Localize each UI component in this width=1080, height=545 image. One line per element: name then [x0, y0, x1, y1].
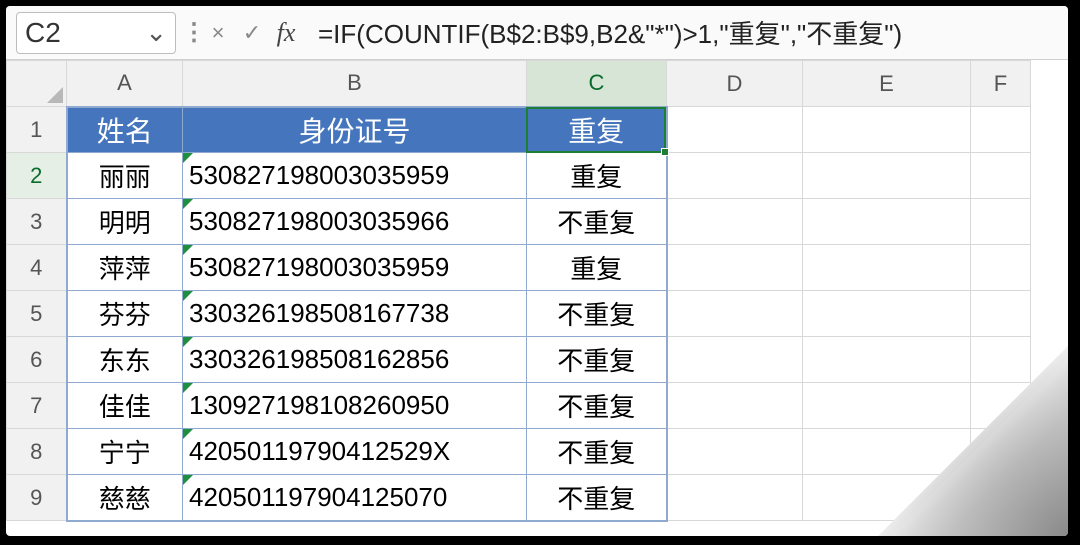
cell-A2[interactable]: 丽丽	[67, 153, 183, 199]
col-header-A[interactable]: A	[67, 61, 183, 107]
cell-C4[interactable]: 重复	[527, 245, 667, 291]
cell-D8[interactable]	[667, 429, 803, 475]
cell-D9[interactable]	[667, 475, 803, 521]
row-header-6[interactable]: 6	[7, 337, 67, 383]
cell-B3[interactable]: 530827198003035966	[183, 199, 527, 245]
formula-input[interactable]: =IF(COUNTIF(B$2:B$9,B2&"*")>1,"重复","不重复"…	[308, 12, 1068, 54]
col-header-B[interactable]: B	[183, 61, 527, 107]
row-9: 9 慈慈 420501197904125070 不重复	[7, 475, 1031, 521]
row-6: 6 东东 330326198508162856 不重复	[7, 337, 1031, 383]
row-1: 1 姓名 身份证号 重复	[7, 107, 1031, 153]
row-header-3[interactable]: 3	[7, 199, 67, 245]
cell-B8[interactable]: 42050119790412529X	[183, 429, 527, 475]
row-header-7[interactable]: 7	[7, 383, 67, 429]
formula-bar: C2 ⌄ ⋮ × ✓ fx =IF(COUNTIF(B$2:B$9,B2&"*"…	[6, 6, 1068, 60]
cell-A7[interactable]: 佳佳	[67, 383, 183, 429]
row-header-4[interactable]: 4	[7, 245, 67, 291]
cell-F6[interactable]	[971, 337, 1031, 383]
cell-C8[interactable]: 不重复	[527, 429, 667, 475]
cell-F3[interactable]	[971, 199, 1031, 245]
cell-D2[interactable]	[667, 153, 803, 199]
formula-bar-buttons: × ✓ fx	[196, 19, 308, 47]
row-8: 8 宁宁 42050119790412529X 不重复	[7, 429, 1031, 475]
cell-A6[interactable]: 东东	[67, 337, 183, 383]
cell-D1[interactable]	[667, 107, 803, 153]
cell-B2[interactable]: 530827198003035959	[183, 153, 527, 199]
cell-E1[interactable]	[803, 107, 971, 153]
sheet-table: A B C D E F 1 姓名 身份证号 重复 2 丽丽 530	[6, 60, 1031, 522]
chevron-down-icon[interactable]: ⌄	[145, 17, 167, 48]
cell-D4[interactable]	[667, 245, 803, 291]
vertical-dots-icon[interactable]: ⋮	[182, 18, 196, 47]
row-3: 3 明明 530827198003035966 不重复	[7, 199, 1031, 245]
cell-A3[interactable]: 明明	[67, 199, 183, 245]
confirm-icon[interactable]: ✓	[238, 19, 266, 47]
name-box[interactable]: C2 ⌄	[16, 12, 176, 54]
cell-C7[interactable]: 不重复	[527, 383, 667, 429]
col-header-F[interactable]: F	[971, 61, 1031, 107]
cell-B4[interactable]: 530827198003035959	[183, 245, 527, 291]
cell-C6[interactable]: 不重复	[527, 337, 667, 383]
cell-C9[interactable]: 不重复	[527, 475, 667, 521]
column-header-row: A B C D E F	[7, 61, 1031, 107]
cell-A8[interactable]: 宁宁	[67, 429, 183, 475]
cell-D6[interactable]	[667, 337, 803, 383]
row-7: 7 佳佳 130927198108260950 不重复	[7, 383, 1031, 429]
cell-F5[interactable]	[971, 291, 1031, 337]
cell-B7[interactable]: 130927198108260950	[183, 383, 527, 429]
row-header-2[interactable]: 2	[7, 153, 67, 199]
row-2: 2 丽丽 530827198003035959 重复	[7, 153, 1031, 199]
cell-E3[interactable]	[803, 199, 971, 245]
cell-B9[interactable]: 420501197904125070	[183, 475, 527, 521]
cell-B5[interactable]: 330326198508167738	[183, 291, 527, 337]
select-all-corner[interactable]	[7, 61, 67, 107]
cell-E7[interactable]	[803, 383, 971, 429]
row-5: 5 芬芬 330326198508167738 不重复	[7, 291, 1031, 337]
col-header-C[interactable]: C	[527, 61, 667, 107]
cell-D7[interactable]	[667, 383, 803, 429]
cell-D3[interactable]	[667, 199, 803, 245]
cancel-icon[interactable]: ×	[204, 19, 232, 47]
cell-F1[interactable]	[971, 107, 1031, 153]
cell-F2[interactable]	[971, 153, 1031, 199]
row-header-5[interactable]: 5	[7, 291, 67, 337]
cell-A1[interactable]: 姓名	[67, 107, 183, 153]
col-header-E[interactable]: E	[803, 61, 971, 107]
cell-D5[interactable]	[667, 291, 803, 337]
row-4: 4 萍萍 530827198003035959 重复	[7, 245, 1031, 291]
cell-A9[interactable]: 慈慈	[67, 475, 183, 521]
cell-C2[interactable]: 重复	[527, 153, 667, 199]
row-header-9[interactable]: 9	[7, 475, 67, 521]
cell-E4[interactable]	[803, 245, 971, 291]
cell-C1[interactable]: 重复	[527, 107, 667, 153]
cell-C5[interactable]: 不重复	[527, 291, 667, 337]
cell-F4[interactable]	[971, 245, 1031, 291]
col-header-D[interactable]: D	[667, 61, 803, 107]
cell-E8[interactable]	[803, 429, 971, 475]
cell-E5[interactable]	[803, 291, 971, 337]
cell-A4[interactable]: 萍萍	[67, 245, 183, 291]
name-box-text: C2	[25, 17, 145, 49]
row-header-1[interactable]: 1	[7, 107, 67, 153]
cell-B1[interactable]: 身份证号	[183, 107, 527, 153]
worksheet-grid[interactable]: A B C D E F 1 姓名 身份证号 重复 2 丽丽 530	[6, 60, 1068, 536]
app-frame: C2 ⌄ ⋮ × ✓ fx =IF(COUNTIF(B$2:B$9,B2&"*"…	[6, 6, 1068, 536]
cell-C3[interactable]: 不重复	[527, 199, 667, 245]
cell-B6[interactable]: 330326198508162856	[183, 337, 527, 383]
cell-A5[interactable]: 芬芬	[67, 291, 183, 337]
cell-E2[interactable]	[803, 153, 971, 199]
fx-icon[interactable]: fx	[272, 19, 300, 47]
cell-E6[interactable]	[803, 337, 971, 383]
row-header-8[interactable]: 8	[7, 429, 67, 475]
